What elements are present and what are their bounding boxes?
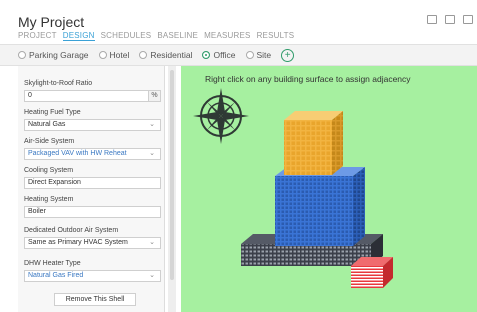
air-side-field: Air-Side System Packaged VAV with HW Reh… <box>24 138 161 160</box>
shell-radio-hotel[interactable]: Hotel <box>98 50 129 60</box>
chevron-down-icon: ⌄ <box>149 239 155 246</box>
chevron-down-icon: ⌄ <box>149 272 155 279</box>
project-title: My Project <box>18 14 85 30</box>
menu-icon[interactable] <box>463 15 473 24</box>
dhw-field: DHW Heater Type Natural Gas Fired ⌄ <box>24 260 161 282</box>
shell-radio-site[interactable]: Site <box>245 50 271 60</box>
compass-rose-icon <box>193 88 249 144</box>
tab-results[interactable]: RESULTS <box>257 31 295 41</box>
tab-baseline[interactable]: BASELINE <box>157 31 198 41</box>
radio-icon <box>245 51 254 59</box>
tab-schedules[interactable]: SCHEDULES <box>101 31 152 41</box>
folder-icon[interactable] <box>427 15 437 24</box>
air-side-select[interactable]: Packaged VAV with HW Reheat ⌄ <box>24 148 161 160</box>
cooling-input[interactable]: Direct Expansion <box>24 177 161 189</box>
chevron-down-icon: ⌄ <box>149 150 155 157</box>
heating-label: Heating System <box>24 196 74 203</box>
app-window: My Project PROJECT DESIGN SCHEDULES BASE… <box>0 0 477 312</box>
tab-measures[interactable]: MEASURES <box>204 31 251 41</box>
heating-field: Heating System Boiler <box>24 196 161 218</box>
doas-label: Dedicated Outdoor Air System <box>24 227 119 234</box>
window-toolbar <box>427 15 473 24</box>
tab-design[interactable]: DESIGN <box>62 31 95 41</box>
dhw-select[interactable]: Natural Gas Fired ⌄ <box>24 270 161 282</box>
skylight-label: Skylight-to-Roof Ratio <box>24 80 93 87</box>
shell-properties-panel: Skylight-to-Roof Ratio 0% Heating Fuel T… <box>18 66 165 312</box>
skylight-input[interactable]: 0% <box>24 90 161 102</box>
tab-project[interactable]: PROJECT <box>18 31 57 41</box>
cooling-field: Cooling System Direct Expansion <box>24 167 161 189</box>
panel-scrollbar-thumb[interactable] <box>170 70 174 280</box>
add-shell-button[interactable]: + <box>281 48 295 62</box>
heating-fuel-field: Heating Fuel Type Natural Gas ⌄ <box>24 109 161 131</box>
radio-selected-icon <box>202 51 211 59</box>
radio-icon <box>98 51 107 59</box>
air-side-label: Air-Side System <box>24 138 75 145</box>
cooling-label: Cooling System <box>24 167 74 174</box>
shell-selector: Parking Garage Hotel Residential Office … <box>0 44 477 66</box>
save-icon[interactable] <box>445 15 455 24</box>
building-model[interactable] <box>181 66 477 312</box>
top-block[interactable] <box>284 111 343 175</box>
heating-fuel-select[interactable]: Natural Gas ⌄ <box>24 119 161 131</box>
remove-shell-button[interactable]: Remove This Shell <box>54 293 136 306</box>
3d-viewport[interactable]: Right click on any building surface to a… <box>181 66 477 312</box>
shell-radio-office[interactable]: Office <box>202 50 236 60</box>
shell-radio-residential[interactable]: Residential <box>139 50 192 60</box>
doas-select[interactable]: Same as Primary HVAC System ⌄ <box>24 237 161 249</box>
percent-unit: % <box>148 91 160 101</box>
chevron-down-icon: ⌄ <box>149 121 155 128</box>
skylight-field: Skylight-to-Roof Ratio 0% <box>24 80 161 102</box>
shell-radio-parking-garage[interactable]: Parking Garage <box>18 50 89 60</box>
annex-block[interactable] <box>351 257 393 288</box>
main-tabs: PROJECT DESIGN SCHEDULES BASELINE MEASUR… <box>18 31 294 41</box>
radio-icon <box>18 51 26 59</box>
heating-fuel-label: Heating Fuel Type <box>24 109 81 116</box>
heating-input[interactable]: Boiler <box>24 206 161 218</box>
dhw-label: DHW Heater Type <box>24 260 81 267</box>
radio-icon <box>139 51 148 59</box>
tower-block[interactable] <box>275 167 365 246</box>
doas-field: Dedicated Outdoor Air System Same as Pri… <box>24 227 161 249</box>
